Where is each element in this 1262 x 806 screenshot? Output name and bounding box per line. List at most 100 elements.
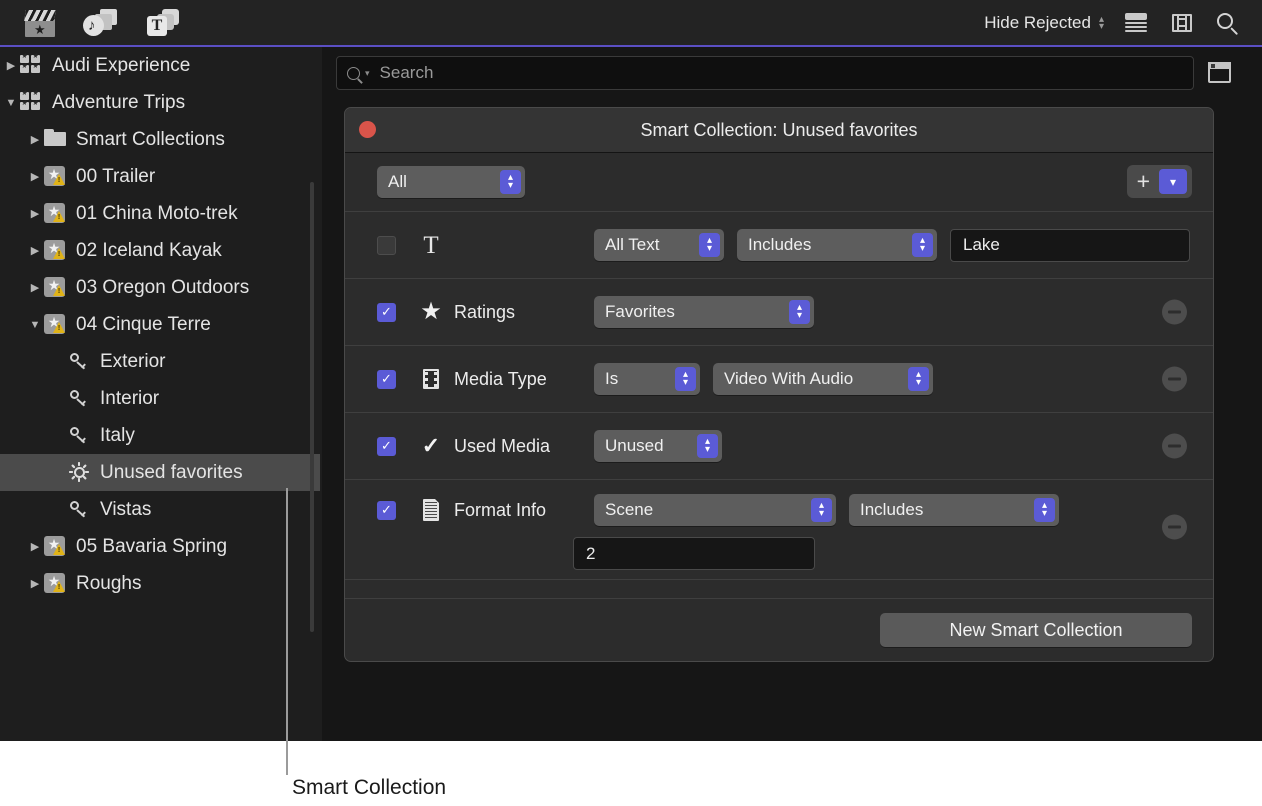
sidebar-item-01-china-moto-trek[interactable]: ▶★01 China Moto-trek [0, 195, 320, 232]
rule-name-label: Ratings [454, 302, 594, 323]
sidebar-item-exterior[interactable]: Exterior [0, 343, 320, 380]
filmstrip-inner [1177, 14, 1187, 32]
disclosure-triangle-icon[interactable]: ▶ [2, 59, 20, 72]
smart-collection-dialog: Smart Collection: Unused favorites All ▴… [344, 107, 1214, 662]
rules-list: TAll Text▴▾Includes▴▾Lake✓★RatingsFavori… [345, 211, 1213, 580]
sidebar-item-roughs[interactable]: ▶★Roughs [0, 565, 320, 602]
remove-rule-button[interactable] [1162, 515, 1187, 540]
sidebar-item-icon [68, 388, 94, 410]
sidebar-item-04-cinque-terre[interactable]: ▼★04 Cinque Terre [0, 306, 320, 343]
stepper-chevrons-icon: ▴▾ [912, 233, 933, 257]
inspector-toggle-icon[interactable] [1204, 58, 1234, 88]
rule-popup-button[interactable]: Favorites▴▾ [594, 296, 814, 328]
rule-enable-checkbox[interactable]: ✓ [377, 437, 396, 456]
list-icon-bar [1125, 30, 1147, 32]
rule-type-icon [410, 368, 452, 390]
sidebar-item-05-bavaria-spring[interactable]: ▶★05 Bavaria Spring [0, 528, 320, 565]
rule-type-icon: ★ [410, 300, 452, 324]
disclosure-triangle-icon[interactable]: ▶ [26, 281, 44, 294]
disclosure-triangle-icon[interactable]: ▶ [26, 207, 44, 220]
stepper-chevrons-icon: ▴▾ [500, 170, 521, 194]
rule-popup-button[interactable]: All Text▴▾ [594, 229, 724, 261]
rule-enable-checkbox[interactable]: ✓ [377, 303, 396, 322]
rule-popup-button[interactable]: Includes▴▾ [737, 229, 937, 261]
rule-enable-checkbox[interactable]: ✓ [377, 370, 396, 389]
sidebar-item-icon: ★ [44, 314, 70, 336]
sidebar-item-label: Unused favorites [100, 462, 243, 484]
star-glyph: ★ [34, 23, 46, 36]
libraries-sidebar[interactable]: ▶Audi Experience▼Adventure Trips▶Smart C… [0, 47, 320, 741]
remove-rule-button[interactable] [1162, 300, 1187, 325]
close-window-button[interactable] [359, 121, 376, 138]
sidebar-item-vistas[interactable]: Vistas [0, 491, 320, 528]
hide-rejected-popup[interactable]: Hide Rejected ▴▾ [984, 13, 1104, 33]
disclosure-triangle-icon[interactable]: ▶ [26, 540, 44, 553]
sidebar-item-smart-collections[interactable]: ▶Smart Collections [0, 121, 320, 158]
disclosure-triangle-icon[interactable]: ▶ [26, 170, 44, 183]
disclosure-triangle-icon[interactable]: ▶ [26, 577, 44, 590]
disclosure-triangle-icon[interactable]: ▼ [2, 97, 20, 109]
rule-row: ✓ Media TypeIs▴▾ Video With Audio▴▾ [345, 346, 1213, 413]
remove-rule-button[interactable] [1162, 367, 1187, 392]
search-icon[interactable] [1214, 10, 1242, 36]
sidebar-item-italy[interactable]: Italy [0, 417, 320, 454]
add-rule-button[interactable]: + [1137, 170, 1150, 193]
remove-rule-button[interactable] [1162, 434, 1187, 459]
disclosure-triangle-icon[interactable]: ▶ [26, 244, 44, 257]
rule-popup-value: Includes [860, 500, 1026, 520]
stepper-chevrons-icon: ▴▾ [1034, 498, 1055, 522]
rule-popup-button[interactable]: Video With Audio▴▾ [713, 363, 933, 395]
sidebar-scrollbar[interactable] [310, 182, 314, 632]
stepper-chevrons-icon: ▴▾ [699, 233, 720, 257]
chevron-down-icon[interactable]: ▾ [365, 68, 370, 79]
sidebar-item-02-iceland-kayak[interactable]: ▶★ 02 Iceland Kayak [0, 232, 320, 269]
sidebar-item-03-oregon-outdoors[interactable]: ▶★03 Oregon Outdoors [0, 269, 320, 306]
sidebar-item-audi-experience[interactable]: ▶Audi Experience [0, 47, 320, 84]
sidebar-item-label: 02 Iceland Kayak [76, 240, 222, 262]
rule-popup-button[interactable]: Is▴▾ [594, 363, 700, 395]
sidebar-item-label: Exterior [100, 351, 165, 373]
add-rule-menu-button[interactable]: ▾ [1159, 169, 1187, 194]
titles-generators-icon[interactable]: T [142, 6, 184, 40]
add-rule-group[interactable]: + ▾ [1127, 165, 1192, 198]
search-ring [1217, 13, 1233, 29]
toolbar-right-group: Hide Rejected ▴▾ [984, 10, 1262, 36]
clapperboard-slate [24, 10, 56, 21]
search-input-wrapper[interactable]: ▾ [336, 56, 1194, 90]
rule-enable-checkbox[interactable] [377, 236, 396, 255]
text-T-icon: T [423, 233, 438, 258]
search-handle [1230, 27, 1238, 35]
rule-text-field[interactable]: Lake [950, 229, 1190, 262]
sidebar-item-unused-favorites[interactable]: Unused favorites [0, 454, 320, 491]
sidebar-item-adventure-trips[interactable]: ▼Adventure Trips [0, 84, 320, 121]
filmstrip-divider [1177, 18, 1187, 20]
sidebar-item-label: 01 China Moto-trek [76, 203, 238, 225]
disclosure-triangle-icon[interactable]: ▼ [26, 319, 44, 331]
rule-type-icon: ✓ [410, 435, 452, 457]
rule-popup-button[interactable]: Scene ▴▾ [594, 494, 836, 526]
list-view-icon[interactable] [1122, 10, 1150, 36]
dialog-toolbar: All ▴▾ + ▾ [345, 153, 1213, 211]
filmstrip-view-icon[interactable] [1168, 10, 1196, 36]
rule-text-field[interactable]: 2 [573, 537, 815, 570]
sidebar-item-icon [68, 351, 94, 373]
rule-row: T All Text▴▾ Includes▴▾ Lake [345, 212, 1213, 279]
sidebar-item-interior[interactable]: Interior [0, 380, 320, 417]
rule-name-label: Media Type [454, 369, 594, 390]
rule-popup-button[interactable]: Includes ▴▾ [849, 494, 1059, 526]
sidebar-item-00-trailer[interactable]: ▶★00 Trailer [0, 158, 320, 195]
search-input[interactable] [380, 63, 1140, 83]
rule-controls: Is▴▾ Video With Audio▴▾ [594, 363, 933, 395]
match-all-popup[interactable]: All ▴▾ [377, 166, 525, 198]
sidebar-item-icon [68, 425, 94, 447]
rule-popup-value: Scene [605, 500, 803, 520]
rule-enable-checkbox[interactable]: ✓ [377, 501, 396, 520]
rule-popup-button[interactable]: Unused▴▾ [594, 430, 722, 462]
document-info-icon [422, 499, 441, 522]
stepper-chevrons-icon: ▴▾ [811, 498, 832, 522]
clapperboard-star-icon[interactable]: ★ [18, 6, 60, 40]
music-photos-icon[interactable]: ♪ [80, 6, 122, 40]
disclosure-triangle-icon[interactable]: ▶ [26, 133, 44, 146]
new-smart-collection-button[interactable]: New Smart Collection [880, 613, 1192, 647]
sidebar-item-icon: ★ [44, 240, 70, 262]
